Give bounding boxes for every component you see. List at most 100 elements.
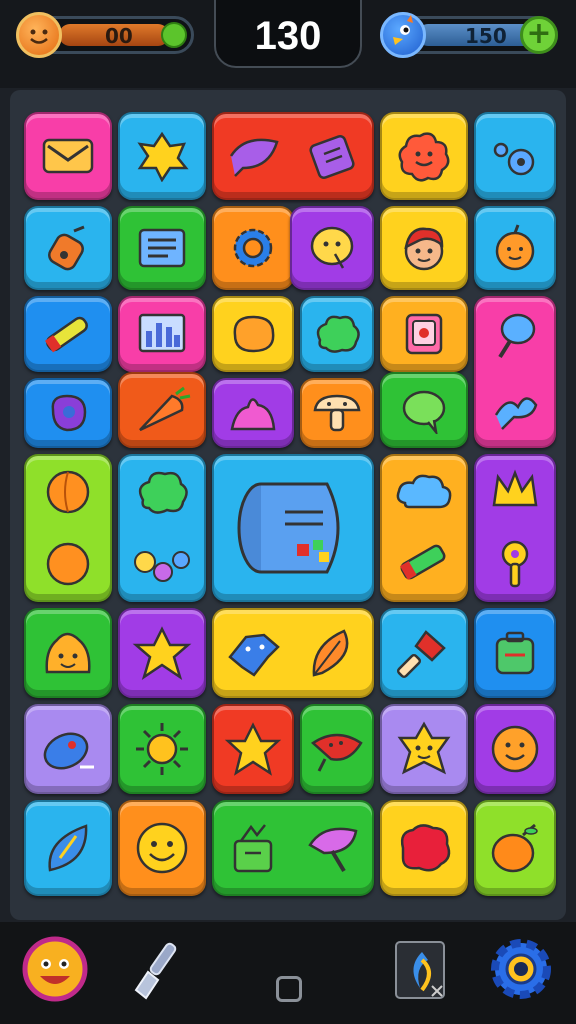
tile-crayon[interactable]	[24, 296, 112, 372]
orange-fruit-icon	[491, 823, 538, 873]
tile-cloud-battery[interactable]	[380, 454, 468, 602]
plus-icon[interactable]: +	[520, 16, 558, 54]
bar-chart-icon	[138, 313, 186, 353]
list-board-icon	[138, 228, 186, 268]
sun-icon	[136, 723, 188, 775]
purple-leaf-icon	[229, 138, 279, 177]
tile-orange-fruit[interactable]	[474, 206, 556, 290]
tile-star-face[interactable]	[380, 704, 468, 794]
green-battery-icon	[399, 544, 446, 580]
photo-frame-icon	[405, 313, 443, 355]
tile-compass-leaf[interactable]	[24, 800, 112, 896]
red-flower-icon	[398, 132, 450, 182]
tile-pot-umbrella[interactable]	[212, 800, 374, 896]
tile-sun[interactable]	[118, 704, 206, 794]
tile-ice-cream-pair[interactable]	[474, 296, 556, 448]
tile-mushroom[interactable]	[300, 378, 374, 448]
tile-red-star[interactable]	[212, 704, 294, 794]
tile-red-splat[interactable]	[380, 800, 468, 896]
blue-gear-icon	[233, 228, 273, 268]
game-board	[10, 90, 566, 920]
blue-bird-icon[interactable]	[380, 12, 426, 58]
blue-ice-cream-icon	[498, 313, 536, 359]
tile-yellow-face[interactable]	[290, 206, 374, 290]
tile-envelope[interactable]	[24, 112, 112, 200]
tile-bar-chart[interactable]	[118, 296, 206, 372]
speech-bubble-icon	[402, 390, 446, 434]
paintbrush-icon	[396, 630, 446, 679]
cylinder-robot-icon	[237, 482, 340, 574]
green-circle-icon[interactable]	[161, 22, 187, 48]
tile-orange-pair[interactable]	[24, 454, 112, 602]
badge-tag-icon	[308, 135, 355, 179]
green-box-icon	[495, 631, 535, 675]
purple-gem-icon	[51, 394, 87, 432]
top-hud: 00 130 150 +	[0, 0, 576, 88]
mushroom-icon	[313, 394, 361, 432]
tile-red-flower[interactable]	[380, 112, 468, 200]
tile-boy-face[interactable]	[380, 206, 468, 290]
boy-face-icon	[404, 227, 444, 271]
smiley-face-icon	[136, 822, 188, 874]
card-swap-icon[interactable]	[392, 938, 448, 1002]
feather-icon	[312, 629, 349, 677]
tile-pink-slime[interactable]	[212, 378, 294, 448]
carrot-icon	[139, 386, 191, 432]
tile-gear[interactable]	[212, 206, 294, 290]
tile-star[interactable]	[118, 112, 206, 200]
tile-watermelon[interactable]	[300, 704, 374, 794]
orange-bag-icon	[48, 225, 85, 271]
tile-speech-bubble[interactable]	[380, 372, 468, 448]
orange-fruit-icon	[495, 224, 535, 271]
blue-bird-wing-icon	[494, 397, 538, 430]
tile-photo-frame[interactable]	[380, 296, 468, 372]
blue-bear-icon	[228, 633, 280, 677]
red-splat-icon	[400, 824, 451, 872]
flower-bunch-icon	[134, 551, 190, 582]
crown-icon	[492, 469, 538, 506]
tile-carrot[interactable]	[118, 372, 206, 448]
tile-bush-flowers[interactable]	[118, 454, 206, 602]
tile-green-bush[interactable]	[300, 296, 374, 372]
tile-blob-face[interactable]	[24, 608, 112, 698]
tile-green-box[interactable]	[474, 608, 556, 698]
tile-bird[interactable]	[474, 112, 556, 200]
blue-cloud-icon	[396, 474, 452, 508]
tile-purple-gem[interactable]	[24, 378, 112, 448]
tile-blue-seed[interactable]	[24, 704, 112, 794]
envelope-icon	[42, 138, 94, 174]
key-icon	[501, 540, 529, 587]
star-face-icon	[397, 721, 451, 775]
left-counter-value: 00	[105, 24, 133, 48]
yellow-face-icon	[310, 226, 354, 269]
tile-purple-cap-badge[interactable]	[212, 112, 374, 200]
compass-leaf-icon	[48, 824, 88, 872]
orange-blob-face-icon	[45, 632, 91, 674]
bottom-bar	[0, 922, 576, 1024]
tile-crown-key[interactable]	[474, 454, 556, 602]
yellow-star-icon	[132, 626, 192, 680]
orange-ball-icon	[46, 542, 90, 586]
pink-slime-icon	[230, 398, 276, 431]
gold-star-icon	[224, 722, 282, 776]
right-counter-value: 150	[465, 24, 507, 48]
orange-smile-icon	[491, 725, 539, 773]
tile-chart-board[interactable]	[118, 206, 206, 290]
smiley-face-icon[interactable]	[22, 936, 88, 1002]
tile-paintbrush[interactable]	[380, 608, 468, 698]
tile-bear-feather[interactable]	[212, 608, 374, 698]
tile-orange-fruit-2[interactable]	[474, 800, 556, 896]
smiley-coin-icon[interactable]	[16, 12, 62, 58]
tile-bag[interactable]	[24, 206, 112, 290]
tile-orange-blob[interactable]	[212, 296, 294, 372]
green-bush-icon	[138, 471, 188, 514]
tile-cylinder-bot[interactable]	[212, 454, 374, 602]
home-square-icon[interactable]	[276, 976, 302, 1002]
settings-gear-icon[interactable]	[488, 936, 554, 1002]
tile-smiley[interactable]	[118, 800, 206, 896]
spatula-icon[interactable]	[128, 938, 188, 1002]
tile-yellow-star[interactable]	[118, 608, 206, 698]
pink-umbrella-icon	[307, 827, 357, 873]
orange-ball-icon	[46, 470, 90, 514]
tile-smile-orange[interactable]	[474, 704, 556, 794]
